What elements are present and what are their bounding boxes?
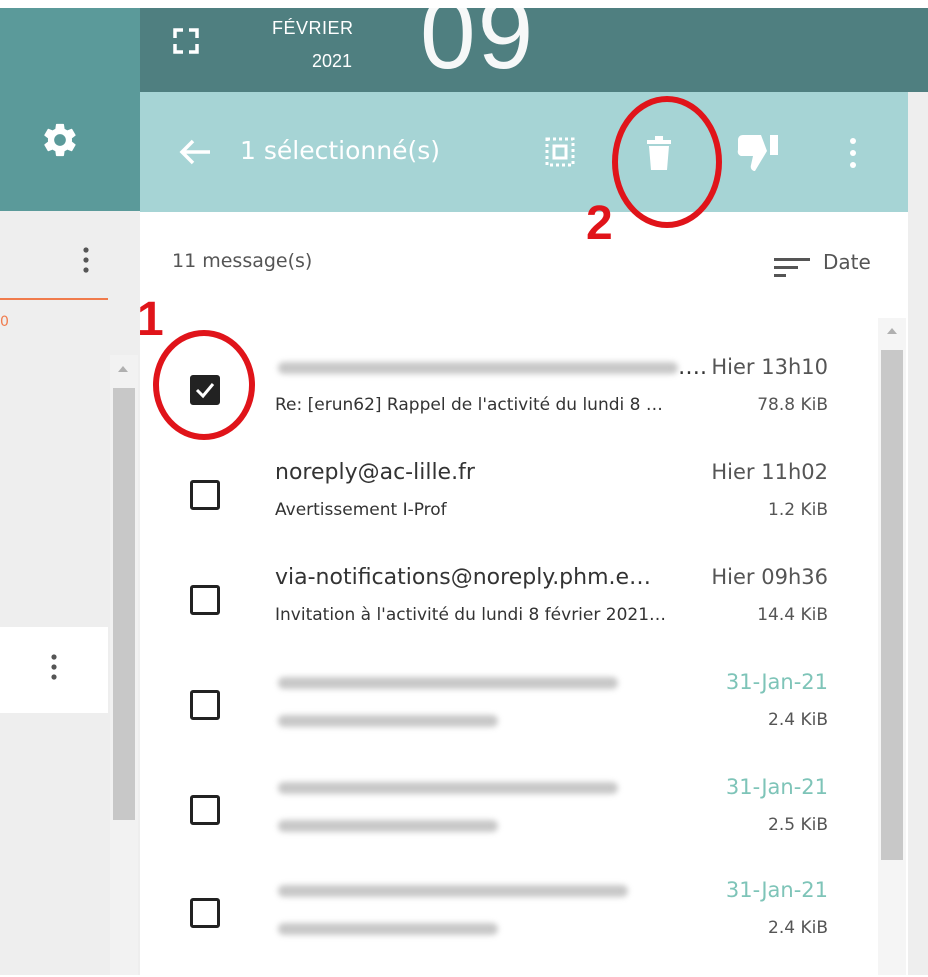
expand-icon[interactable] xyxy=(172,27,200,55)
orange-fragment: 0 xyxy=(0,314,9,330)
redacted-sender xyxy=(278,362,678,374)
message-subject: Invitation à l'activité du lundi 8 févri… xyxy=(275,605,667,625)
more-vert-icon[interactable] xyxy=(846,136,860,170)
message-size: 14.4 KiB xyxy=(757,605,828,625)
gear-icon[interactable] xyxy=(40,120,80,160)
message-size: 78.8 KiB xyxy=(757,395,828,415)
message-date: 31-Jan-21 xyxy=(725,878,828,902)
checkbox-icon[interactable] xyxy=(190,585,220,615)
message-date: 31-Jan-21 xyxy=(725,775,828,799)
list-item[interactable]: …. Re: [erun62] Rappel de l'activité du … xyxy=(150,350,876,454)
redacted-sender xyxy=(278,885,628,897)
list-item[interactable]: 31-Jan-21 2.4 KiB xyxy=(150,873,876,977)
message-size: 2.4 KiB xyxy=(768,918,828,938)
progress-line xyxy=(0,298,108,300)
scroll-up-arrow-icon[interactable] xyxy=(887,328,897,334)
message-date: 31-Jan-21 xyxy=(725,670,828,694)
thumbs-down-icon[interactable] xyxy=(736,134,780,172)
message-size: 2.5 KiB xyxy=(768,815,828,835)
header-day: 09 xyxy=(420,0,536,90)
list-scrollbar-thumb[interactable] xyxy=(881,350,903,860)
redacted-sender xyxy=(278,677,618,689)
list-item[interactable]: 31-Jan-21 2.5 KiB xyxy=(150,770,876,874)
folder-scrollbar-thumb[interactable] xyxy=(113,388,135,820)
header-month: FÉVRIER xyxy=(272,18,354,38)
right-gutter xyxy=(908,92,928,975)
annotation-step-1: 1 xyxy=(137,293,164,346)
message-size: 1.2 KiB xyxy=(768,500,828,520)
scroll-up-arrow-icon[interactable] xyxy=(118,366,128,372)
message-count: 11 message(s) xyxy=(172,250,313,272)
annotation-step-2: 2 xyxy=(586,197,613,250)
redacted-subject xyxy=(278,923,498,935)
list-item[interactable]: noreply@ac-lille.fr Avertissement I-Prof… xyxy=(150,455,876,559)
select-all-icon[interactable] xyxy=(544,136,576,168)
message-subject: Re: [erun62] Rappel de l'activité du lun… xyxy=(275,395,663,415)
checkbox-icon[interactable] xyxy=(190,898,220,928)
more-vert-icon[interactable] xyxy=(78,245,94,275)
message-from: noreply@ac-lille.fr xyxy=(275,460,475,485)
message-date: Hier 11h02 xyxy=(711,460,828,484)
annotation-circle-trash xyxy=(612,96,722,228)
list-item[interactable]: 31-Jan-21 2.4 KiB xyxy=(150,665,876,769)
message-date: Hier 13h10 xyxy=(711,355,828,379)
back-arrow-icon[interactable] xyxy=(178,138,212,166)
redacted-subject xyxy=(278,820,498,832)
message-from: via-notifications@noreply.phm.e… xyxy=(275,565,652,590)
more-vert-icon[interactable] xyxy=(46,652,62,682)
checkbox-icon[interactable] xyxy=(190,480,220,510)
message-date: Hier 09h36 xyxy=(711,565,828,589)
redacted-sender xyxy=(278,782,618,794)
checkbox-icon[interactable] xyxy=(190,690,220,720)
annotation-circle-checkbox xyxy=(153,330,255,440)
header-year: 2021 xyxy=(312,51,353,71)
selection-count: 1 sélectionné(s) xyxy=(240,136,440,165)
list-item[interactable]: via-notifications@noreply.phm.e… Invitat… xyxy=(150,560,876,664)
message-size: 2.4 KiB xyxy=(768,710,828,730)
message-from: …. xyxy=(678,355,707,380)
checkbox-icon[interactable] xyxy=(190,795,220,825)
redacted-subject xyxy=(278,715,498,727)
sort-label[interactable]: Date xyxy=(823,250,871,274)
sidebar-header xyxy=(0,8,140,211)
message-subject: Avertissement I-Prof xyxy=(275,500,447,520)
sort-icon[interactable] xyxy=(774,256,812,278)
